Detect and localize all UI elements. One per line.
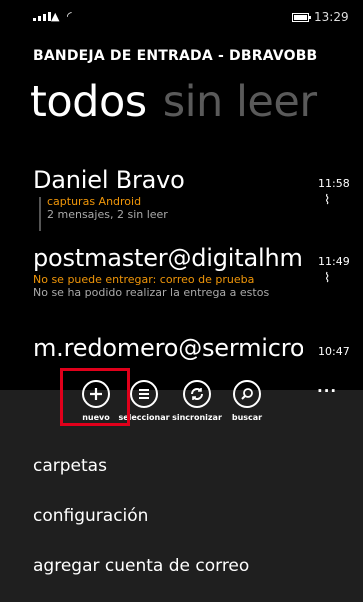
message-sender: Daniel Bravo xyxy=(33,166,185,194)
app-bar: ... nuevo seleccionar sincronizar buscar… xyxy=(0,378,363,602)
message-time: 11:49 xyxy=(318,255,350,268)
status-time: 13:29 xyxy=(314,10,349,24)
message-time: 11:58 xyxy=(318,177,350,190)
status-bar: ▲ ◜ 13:29 xyxy=(0,0,363,34)
account-title: BANDEJA DE ENTRADA - DBRAVOBB xyxy=(33,48,318,64)
pivot-unread[interactable]: sin leer xyxy=(163,77,317,127)
menu-item-add-account[interactable]: agregar cuenta de correo xyxy=(33,556,249,576)
signal-strength-icon xyxy=(33,12,51,21)
search-icon xyxy=(233,380,261,408)
search-button[interactable]: buscar xyxy=(214,380,280,426)
message-time: 10:47 xyxy=(318,345,350,358)
search-button-label: buscar xyxy=(231,413,263,422)
highlight-box xyxy=(60,368,130,426)
message-preview: 2 mensajes, 2 sin leer xyxy=(47,208,168,221)
attachment-icon: ⌇ xyxy=(324,271,331,286)
more-options-button[interactable]: ... xyxy=(317,378,337,396)
message-subject: capturas Android xyxy=(47,195,142,208)
message-item[interactable]: Daniel Bravo 11:58 ⌇ capturas Android 2 … xyxy=(33,165,363,231)
thread-indicator xyxy=(39,197,41,231)
wifi-icon: ◜ xyxy=(67,9,72,23)
data-connection-icon: ▲ xyxy=(51,10,60,23)
pivot-all[interactable]: todos xyxy=(30,77,147,127)
menu-item-settings[interactable]: configuración xyxy=(33,506,148,526)
message-sender: postmaster@digitalhm xyxy=(33,244,303,272)
attachment-icon: ⌇ xyxy=(324,193,331,208)
sync-icon xyxy=(183,380,211,408)
battery-icon xyxy=(292,13,311,22)
message-item[interactable]: postmaster@digitalhm 11:49 ⌇ No se puede… xyxy=(33,243,363,299)
message-item[interactable]: m.redomero@sermicro 10:47 xyxy=(33,333,363,363)
menu-item-folders[interactable]: carpetas xyxy=(33,456,107,476)
pivot-header: todos sin leer xyxy=(30,76,317,128)
message-subject: No se puede entregar: correo de prueba xyxy=(33,273,255,286)
message-sender: m.redomero@sermicro xyxy=(33,334,303,362)
message-preview: No se ha podido realizar la entrega a es… xyxy=(33,286,270,299)
list-select-icon xyxy=(130,380,158,408)
